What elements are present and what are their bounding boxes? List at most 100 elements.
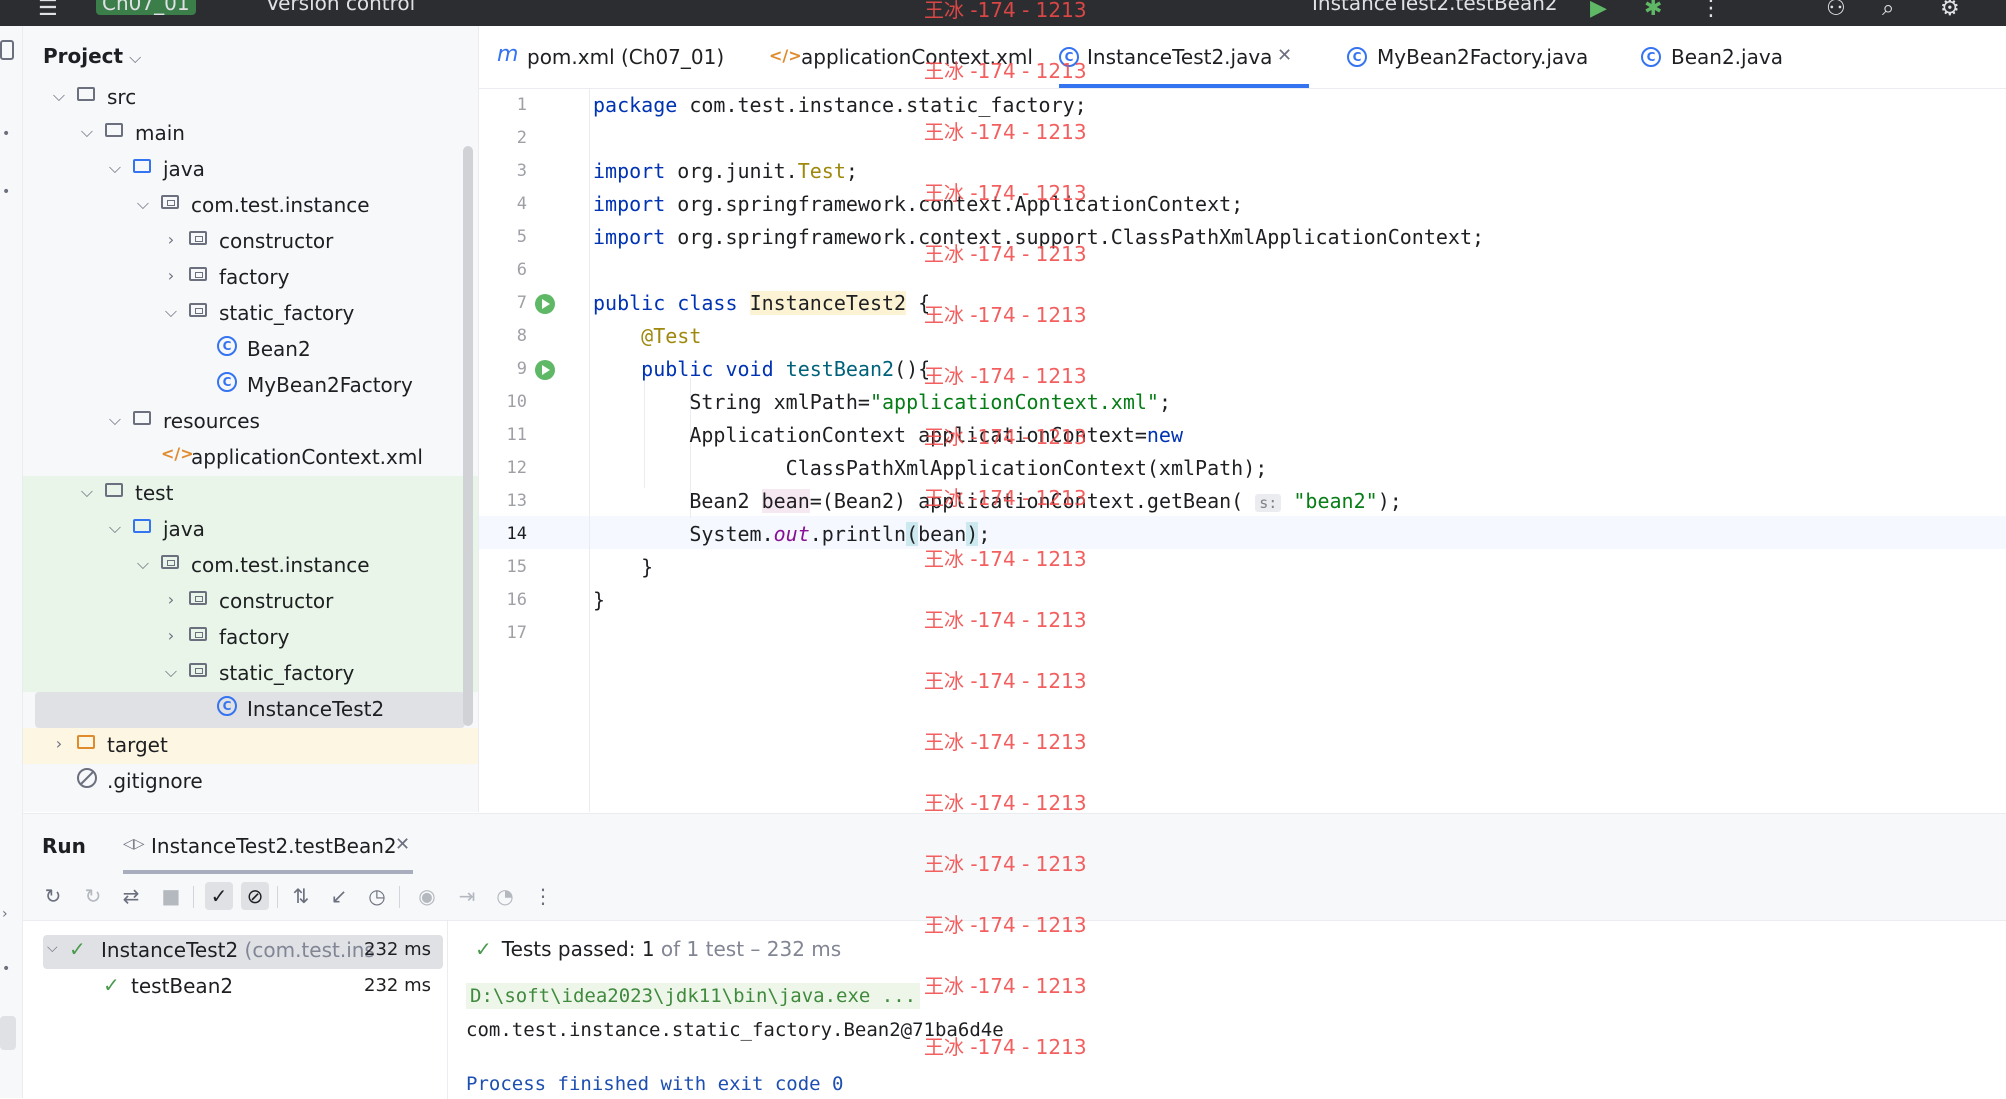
tree-item[interactable]: .gitignore [23,764,478,800]
rerun-icon[interactable]: ↻ [39,882,67,910]
tree-item[interactable]: ⌵ src [23,80,478,116]
debug-icon[interactable]: ✱ [1644,0,1662,21]
chevron-down-icon[interactable]: ⌵ [107,158,123,178]
passed-check-icon: ✓ [475,937,492,961]
project-tool-icon[interactable] [0,40,14,60]
show-ignored-icon[interactable]: ⊘ [241,882,269,910]
chevron-down-icon[interactable]: ⌵ [135,554,151,574]
close-icon[interactable]: ✕ [395,834,410,855]
chevron-down-icon[interactable]: ⌵ [51,86,67,106]
project-badge[interactable]: Ch07_01 [96,0,196,15]
tab-mybean2factory-java[interactable]: C MyBean2Factory.java [1347,26,1588,88]
tree-item[interactable]: ⌵ java [23,152,478,188]
tab-bean2-java[interactable]: C Bean2.java [1641,26,1801,88]
run-tool-icon[interactable]: › [2,906,8,922]
services-tool-icon[interactable]: • [2,961,10,977]
toggle-auto-test-icon[interactable]: ⇄ [117,882,145,910]
tree-item[interactable]: › constructor [23,224,478,260]
tree-item[interactable]: › factory [23,260,478,296]
chevron-down-icon[interactable]: ⌵ [79,482,95,502]
class-icon: C [217,696,239,718]
add-user-icon[interactable]: ⚇ [1826,0,1846,21]
tree-item-label: Bean2 [247,337,311,361]
stop-icon[interactable]: ■ [157,882,185,910]
run-icon[interactable]: ▶ [1590,0,1607,21]
tree-item[interactable]: C MyBean2Factory [23,368,478,404]
commit-tool-icon[interactable]: • [2,126,10,142]
chevron-down-icon[interactable]: ⌵ [79,122,95,142]
tree-item[interactable]: ⌵ static_factory [23,296,478,332]
test-results-tree: ⌵ ✓ InstanceTest2 (com.test.ins 232 ms ✓… [23,921,448,1099]
test-row-root[interactable]: ⌵ ✓ InstanceTest2 (com.test.ins 232 ms [43,935,443,969]
tree-item[interactable]: › target [23,728,478,764]
collapse-icon[interactable]: ↙ [325,882,353,910]
chevron-right-icon[interactable]: › [51,734,67,753]
chevron-right-icon[interactable]: › [163,266,179,285]
run-method-gutter-icon[interactable] [535,360,555,380]
tree-item[interactable]: › factory [23,620,478,656]
code-line-1: package com.test.instance.static_factory… [593,93,1087,117]
console-command-line[interactable]: D:\soft\idea2023\jdk11\bin\java.exe ... [466,983,921,1009]
tree-item[interactable]: ⌵ com.test.instance [23,188,478,224]
rerun-failed-icon[interactable]: ↻ [79,882,107,910]
code-line-14: System.out.println(bean); [689,522,991,546]
tree-item[interactable]: C InstanceTest2 [35,692,465,728]
maven-icon: m [497,42,519,67]
chevron-right-icon[interactable]: › [163,590,179,609]
run-config-selector[interactable]: InstanceTest2.testBean2 [1312,0,1558,15]
run-class-gutter-icon[interactable] [535,294,555,314]
run-tab[interactable]: ◁▷ InstanceTest2.testBean2 ✕ [123,814,413,874]
toolbar-separator [193,886,194,908]
vcs-widget[interactable]: Version control [266,0,415,15]
test-row-child[interactable]: ✓ testBean2 232 ms [43,971,443,1005]
chevron-down-icon: ⌵ [129,48,142,67]
terminal-tool-icon[interactable] [0,1016,16,1050]
chevron-down-icon[interactable]: ⌵ [135,194,151,214]
tree-item[interactable]: ⌵ test [23,476,478,512]
import-icon[interactable]: ⇥ [453,882,481,910]
tree-item[interactable]: › constructor [23,584,478,620]
chevron-down-icon[interactable]: ⌵ [163,662,179,682]
settings-icon[interactable]: ⚙ [1940,0,1960,21]
project-scrollbar[interactable] [463,146,473,726]
tree-item[interactable]: ⌵ com.test.instance [23,548,478,584]
project-view-selector[interactable]: Project ⌵ [43,44,141,68]
coverage-icon[interactable]: ◔ [491,882,519,910]
tab-instance-test2-java[interactable]: C InstanceTest2.java ✕ [1059,26,1309,88]
tab-pom-xml[interactable]: m pom.xml (Ch07_01) [497,26,724,88]
history-icon[interactable]: ◷ [363,882,391,910]
tree-item[interactable]: ⌵ main [23,116,478,152]
editor-gutter: 1 2 3 4 5 6 7 8 9 10 11 12 13 14 15 16 17 [479,89,590,812]
main-menu-icon[interactable]: ☰ [38,0,58,21]
code-line-5: import org.springframework.context.suppo… [593,225,1485,249]
run-console[interactable]: ✓ Tests passed: 1 of 1 test – 232 ms D:\s… [449,921,2006,1099]
close-icon[interactable]: ✕ [1277,45,1292,66]
chevron-right-icon[interactable]: › [163,626,179,645]
chevron-right-icon[interactable]: › [163,230,179,249]
tree-item[interactable]: ⌵ java [23,512,478,548]
camera-icon[interactable]: ◉ [413,882,441,910]
tab-application-context-xml[interactable]: </> applicationContext.xml [769,26,1033,88]
line-number: 9 [516,359,527,379]
code-editor[interactable]: 1 2 3 4 5 6 7 8 9 10 11 12 13 14 15 16 17 package com.te… [479,89,2006,812]
search-icon[interactable]: ⌕ [1882,0,1894,21]
tree-item[interactable]: </> applicationContext.xml [23,440,478,476]
more-icon[interactable]: ⋮ [1700,0,1722,21]
chevron-down-icon[interactable]: ⌵ [107,518,123,538]
chevron-down-icon: ⌵ [47,940,58,956]
line-number: 15 [506,557,527,577]
sort-icon[interactable]: ⇅ [287,882,315,910]
chevron-down-icon[interactable]: ⌵ [163,302,179,322]
tree-item-label: constructor [219,229,334,253]
tree-item[interactable]: ⌵ resources [23,404,478,440]
class-icon: C [1347,47,1367,67]
folder-icon [77,84,99,106]
tree-item[interactable]: C Bean2 [23,332,478,368]
folder-icon [77,732,99,754]
chevron-down-icon[interactable]: ⌵ [107,410,123,430]
show-passed-icon[interactable]: ✓ [205,882,233,910]
more-icon[interactable]: ⋮ [529,882,557,910]
structure-tool-icon[interactable]: • [2,184,10,200]
project-panel: Project ⌵ ⌵ src ⌵ main ⌵ java ⌵ com.test.instanc… [23,26,479,812]
tree-item[interactable]: ⌵ static_factory [23,656,478,692]
